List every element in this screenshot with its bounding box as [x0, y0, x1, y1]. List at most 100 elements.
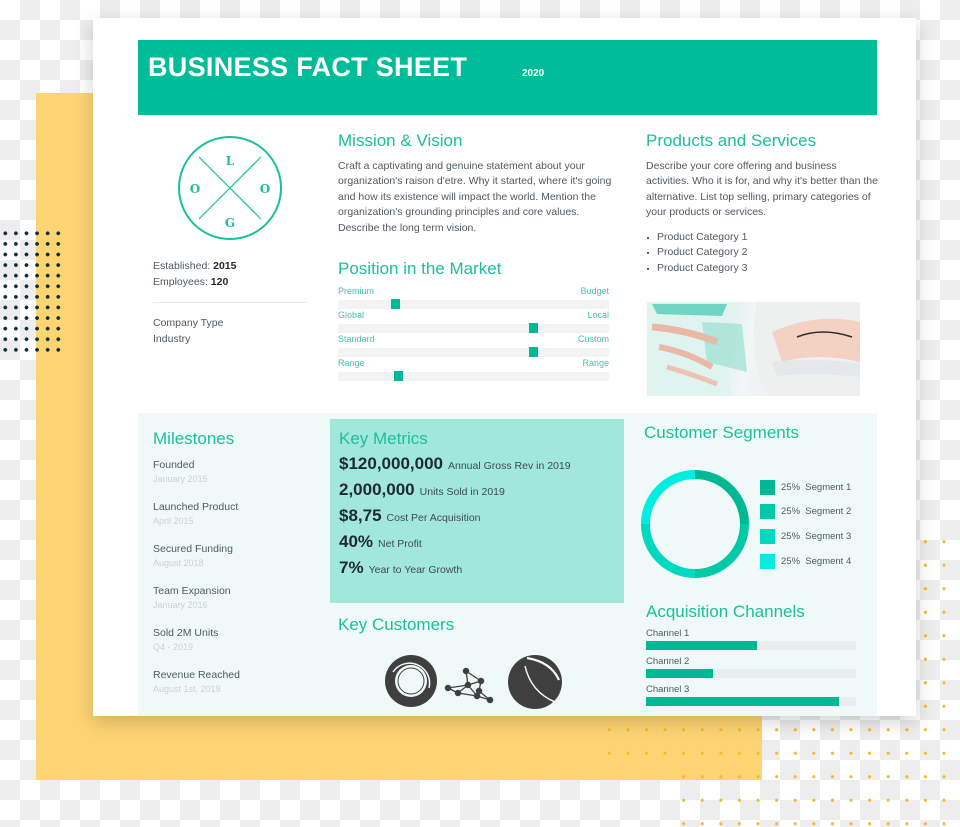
milestone-item: Sold 2M Units Q4 - 2019 — [153, 626, 240, 654]
list-item: Product Category 3 — [646, 261, 881, 277]
milestones-title: Milestones — [153, 429, 235, 448]
metric-row: 7% Year to Year Growth — [339, 558, 624, 579]
metric-row: 2,000,000 Units Sold in 2019 — [339, 480, 624, 501]
metric-description: Annual Gross Rev in 2019 — [448, 460, 571, 472]
legend-swatch — [760, 479, 775, 495]
market-slider[interactable]: Global Local — [338, 310, 609, 334]
legend-label: 25% Segment 1 — [781, 481, 852, 493]
market-title: Position in the Market — [338, 259, 502, 278]
slider-right-label: Range — [582, 358, 609, 368]
fact-sheet-card: BUSINESS FACT SHEET 2020 L O O G Establi… — [93, 18, 916, 716]
metric-value: 7% — [339, 558, 364, 577]
product-list: Product Category 1 Product Category 2 Pr… — [646, 230, 881, 277]
employees-row: Employees: 120 — [153, 274, 236, 290]
milestone-item: Secured Funding August 2018 — [153, 542, 240, 570]
legend-item: 25% Segment 3 — [760, 524, 851, 549]
market-slider[interactable]: Range Range — [338, 358, 609, 382]
metric-description: Units Sold in 2019 — [419, 486, 505, 498]
metric-row: $8,75 Cost Per Acquisition — [339, 506, 624, 527]
logo-letter-top: L — [226, 154, 235, 168]
milestone-date: Q4 - 2019 — [153, 642, 194, 652]
channel-label: Channel 1 — [646, 628, 690, 639]
key-customers-section: Key Customers — [338, 615, 454, 635]
legend-item: 25% Segment 1 — [760, 475, 851, 500]
donut-slice-2 — [694, 523, 749, 578]
slider-thumb[interactable] — [390, 299, 400, 309]
slider-right-label: Budget — [580, 286, 609, 296]
slider-track[interactable] — [338, 348, 609, 357]
channel-label: Channel 3 — [646, 684, 690, 695]
market-slider[interactable]: Premium Budget — [338, 286, 609, 310]
milestone-item: Revenue Reached August 1st, 2019 — [153, 668, 240, 696]
channels-title: Acquisition Channels — [646, 602, 805, 621]
mission-title: Mission & Vision — [338, 131, 463, 150]
metric-description: Net Profit — [378, 538, 422, 550]
milestone-date: January 2016 — [153, 600, 208, 610]
slider-left-label: Standard — [338, 334, 375, 344]
slider-right-label: Local — [587, 310, 609, 320]
slider-track[interactable] — [338, 300, 609, 309]
employees-label: Employees: — [153, 276, 208, 288]
list-item: Product Category 2 — [646, 245, 881, 261]
established-label: Established: — [153, 260, 211, 272]
metrics-title: Key Metrics — [339, 429, 428, 448]
metric-value: 40% — [339, 532, 374, 551]
channel-bar-fill — [646, 669, 714, 678]
donut-slice-1 — [694, 470, 749, 525]
segments-legend: 25% Segment 1 25% Segment 2 25% Segment 3 2… — [760, 475, 851, 573]
key-metrics-panel: Key Metrics $120,000,000 Annual Gross Rev… — [330, 419, 624, 603]
channel-bar-row: Channel 1 — [646, 627, 856, 650]
company-stats: Established: 2015 Employees: 120 — [153, 258, 236, 290]
milestone-item: Launched Product April 2015 — [153, 500, 240, 528]
legend-label: 25% Segment 4 — [781, 555, 852, 567]
slider-track[interactable] — [338, 372, 609, 381]
sphere-logo-icon — [508, 655, 562, 709]
legend-label: 25% Segment 3 — [781, 530, 852, 542]
segments-donut-chart — [641, 470, 749, 578]
milestone-name: Secured Funding — [153, 543, 233, 555]
legend-item: 25% Segment 2 — [760, 500, 851, 525]
slider-left-label: Premium — [338, 286, 375, 296]
products-text: Describe your core offering and business… — [646, 160, 878, 219]
milestone-date: January 2015 — [153, 474, 208, 484]
milestone-name: Launched Product — [153, 501, 239, 513]
customer-segments-section: Customer Segments — [644, 423, 874, 443]
legend-label: 25% Segment 2 — [781, 506, 852, 518]
products-section: Products and Services Describe your core… — [646, 131, 881, 276]
channel-bar-row: Channel 2 — [646, 655, 856, 678]
milestones-section: Milestones Founded January 2015 Launched P… — [153, 429, 240, 710]
acquisition-channels-section: Acquisition Channels Channel 1 Channel 2 C… — [646, 602, 856, 710]
channel-bar-track — [646, 669, 856, 678]
metric-row: 40% Net Profit — [339, 532, 624, 553]
photo-illustration — [647, 302, 860, 396]
architecture-photo — [647, 302, 860, 396]
slider-thumb[interactable] — [529, 323, 539, 333]
milestone-name: Sold 2M Units — [153, 627, 219, 639]
milestone-name: Revenue Reached — [153, 669, 240, 681]
header-banner: BUSINESS FACT SHEET 2020 — [138, 40, 877, 115]
logo-letter-right: O — [260, 182, 270, 196]
mission-text: Craft a captivating and genuine statemen… — [338, 160, 612, 234]
donut-slice-4 — [641, 470, 696, 525]
metric-description: Year to Year Growth — [368, 564, 463, 576]
slider-thumb[interactable] — [393, 371, 403, 381]
legend-swatch — [760, 553, 775, 569]
legend-item: 25% Segment 4 — [760, 549, 851, 574]
slider-left-label: Global — [338, 310, 365, 320]
slider-thumb[interactable] — [529, 347, 539, 357]
page-year: 2020 — [522, 68, 545, 79]
slider-right-label: Custom — [577, 334, 609, 344]
company-industry: Industry — [153, 332, 191, 345]
products-title: Products and Services — [646, 131, 817, 150]
ring-logo-icon — [385, 655, 437, 707]
milestone-date: August 1st, 2019 — [153, 684, 221, 694]
metric-description: Cost Per Acquisition — [386, 512, 481, 524]
logo-letter-left: O — [190, 182, 200, 196]
market-slider[interactable]: Standard Custom — [338, 334, 609, 358]
milestone-name: Team Expansion — [153, 585, 231, 597]
metric-value: $120,000,000 — [339, 454, 443, 473]
milestone-name: Founded — [153, 459, 195, 471]
slider-track[interactable] — [338, 324, 609, 333]
list-item: Product Category 1 — [646, 230, 881, 246]
milestone-item: Founded January 2015 — [153, 458, 240, 486]
